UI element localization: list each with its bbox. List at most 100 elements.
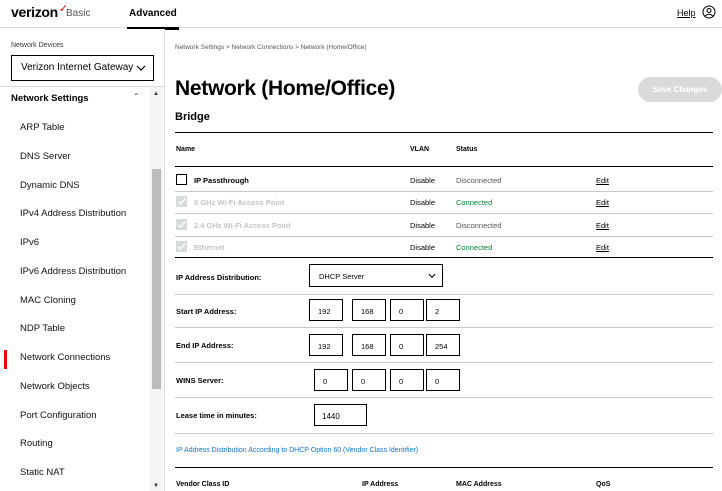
sidebar-item-label: Routing	[20, 438, 53, 449]
form-divider	[175, 397, 713, 398]
column-header-name: Name	[176, 146, 196, 153]
sidebar-item-network-connections[interactable]: Network Connections	[0, 345, 152, 373]
sidebar-section-label: Network Settings	[11, 93, 89, 104]
end-ip-octet-3[interactable]: 0	[390, 334, 424, 356]
sidebar-item-static-nat[interactable]: Static NAT	[0, 460, 152, 488]
bridge-table-bottom-divider	[175, 257, 713, 258]
sidebar-item-ipv6[interactable]: IPv6	[0, 230, 152, 258]
sidebar-item-routing[interactable]: Routing	[0, 431, 152, 459]
logo-text: verizon	[11, 4, 58, 20]
bridge-section-title: Bridge	[175, 111, 210, 123]
end-ip-octet-1[interactable]: 192	[309, 334, 343, 356]
chevron-up-icon: ⌃	[133, 92, 140, 101]
row-name: Ethernet	[194, 243, 225, 252]
dhcp-option-60-link[interactable]: IP Address Distribution According to DHC…	[176, 447, 418, 454]
sidebar-item-label: Network Objects	[20, 381, 90, 392]
start-ip-octet-3[interactable]: 0	[390, 299, 424, 321]
row-status: Connected	[456, 243, 493, 252]
user-account-icon[interactable]	[702, 5, 716, 19]
ip-distribution-value: DHCP Server	[319, 272, 365, 281]
help-link[interactable]: Help	[677, 8, 696, 18]
tab-advanced[interactable]: Advanced	[127, 8, 179, 30]
24ghz-wifi-checkbox	[176, 219, 187, 230]
end-ip-octet-2[interactable]: 168	[352, 334, 386, 356]
sidebar-item-label: ARP Table	[20, 122, 65, 133]
5ghz-wifi-checkbox	[176, 196, 187, 207]
device-select-value: Verizon Internet Gateway	[21, 62, 134, 73]
top-bar: verizon✓ Basic Advanced Help	[0, 0, 722, 30]
chevron-down-icon	[428, 273, 436, 279]
save-changes-button[interactable]: Save Changes	[638, 77, 722, 102]
row-vlan: Disable	[410, 198, 436, 207]
sidebar-item-mac-cloning[interactable]: MAC Cloning	[0, 288, 152, 316]
row-vlan: Disable	[410, 176, 436, 185]
sidebar-item-network-objects[interactable]: Network Objects	[0, 374, 152, 402]
ip-distribution-label: IP Address Distribution:	[176, 273, 262, 282]
sidebar-item-dynamic-dns[interactable]: Dynamic DNS	[0, 173, 152, 201]
wins-octet-4[interactable]: 0	[426, 369, 460, 391]
sidebar: Network Devices Verizon Internet Gateway…	[0, 29, 165, 491]
sidebar-nav-list: Network Settings ⌃ ARP Table DNS Server …	[0, 87, 152, 491]
breadcrumb[interactable]: Network Settings > Network Connections >…	[175, 44, 367, 51]
end-ip-octet-4[interactable]: 254	[426, 334, 460, 356]
sidebar-item-label: MAC Cloning	[20, 295, 76, 306]
ip-distribution-select[interactable]: DHCP Server	[309, 264, 443, 287]
sidebar-item-label: Static NAT	[20, 467, 65, 478]
scroll-up-arrow-icon[interactable]: ▲	[153, 91, 159, 97]
form-divider	[175, 433, 713, 434]
table-header-divider	[175, 166, 713, 167]
device-select[interactable]: Verizon Internet Gateway	[11, 55, 154, 81]
edit-link[interactable]: Edit	[596, 243, 609, 252]
page-title: Network (Home/Office)	[175, 77, 396, 100]
verizon-logo[interactable]: verizon✓	[11, 3, 68, 20]
wins-octet-1[interactable]: 0	[314, 369, 348, 391]
column-header-ip-address: IP Address	[362, 481, 399, 488]
start-ip-octet-4[interactable]: 2	[426, 299, 460, 321]
row-vlan: Disable	[410, 221, 436, 230]
sidebar-item-label: NDP Table	[20, 323, 66, 334]
wins-octet-3[interactable]: 0	[390, 369, 424, 391]
end-ip-label: End IP Address:	[176, 341, 234, 350]
edit-link[interactable]: Edit	[596, 221, 609, 230]
tab-basic[interactable]: Basic	[66, 8, 90, 19]
sidebar-item-ipv4-address-distribution[interactable]: IPv4 Address Distribution	[0, 201, 152, 229]
start-ip-octet-2[interactable]: 168	[352, 299, 386, 321]
sidebar-item-port-configuration[interactable]: Port Configuration	[0, 403, 152, 431]
wins-octet-2[interactable]: 0	[352, 369, 386, 391]
row-divider	[175, 236, 713, 237]
edit-link[interactable]: Edit	[596, 176, 609, 185]
row-name: 2.4 GHz Wi-Fi Access Point	[194, 221, 291, 230]
scroll-down-arrow-icon[interactable]: ▼	[153, 483, 159, 489]
row-vlan: Disable	[410, 243, 436, 252]
wins-server-label: WINS Server:	[176, 376, 224, 385]
sidebar-item-ipv6-address-distribution[interactable]: IPv6 Address Distribution	[0, 259, 152, 287]
sidebar-item-label: IPv6	[20, 237, 40, 248]
row-name: IP Passthrough	[194, 176, 249, 185]
sidebar-item-label: Port Configuration	[20, 410, 97, 421]
ip-passthrough-checkbox[interactable]	[176, 174, 187, 185]
sidebar-section-network-settings[interactable]: Network Settings ⌃	[0, 87, 152, 109]
column-header-qos: QoS	[596, 481, 611, 488]
row-divider	[175, 213, 713, 214]
form-divider	[175, 327, 713, 328]
row-status: Disconnected	[456, 176, 502, 185]
checkmark-icon	[177, 243, 186, 251]
vendor-section-divider	[175, 467, 713, 468]
scrollbar-thumb[interactable]	[152, 169, 161, 389]
edit-link[interactable]: Edit	[596, 198, 609, 207]
start-ip-octet-1[interactable]: 192	[309, 299, 343, 321]
row-divider	[175, 191, 713, 192]
row-status: Connected	[456, 198, 493, 207]
column-header-mac-address: MAC Address	[456, 481, 502, 488]
sidebar-scrollbar[interactable]: ▲ ▼	[150, 87, 163, 491]
checkmark-icon	[177, 221, 186, 229]
sidebar-item-ndp-table[interactable]: NDP Table	[0, 316, 152, 344]
sidebar-item-arp-table[interactable]: ARP Table	[0, 115, 152, 143]
ethernet-checkbox	[176, 241, 187, 252]
sidebar-item-dns-server[interactable]: DNS Server	[0, 144, 152, 172]
column-header-vendor-class-id: Vendor Class ID	[176, 481, 230, 488]
chevron-down-icon	[136, 65, 146, 71]
lease-time-input[interactable]: 1440	[314, 404, 367, 426]
sidebar-item-label: Network Connections	[20, 352, 111, 363]
sidebar-item-label: DNS Server	[20, 151, 71, 162]
